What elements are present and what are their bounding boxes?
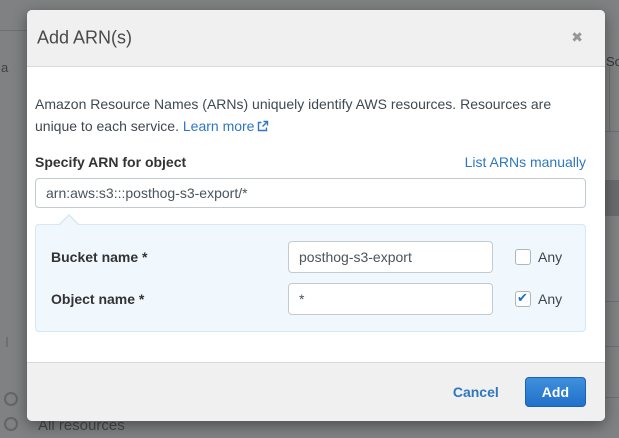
bucket-any-checkbox[interactable]: [515, 249, 531, 265]
backdrop-radio-button: [4, 392, 18, 406]
bucket-any-group[interactable]: Any: [515, 249, 562, 265]
external-link-icon: [257, 116, 269, 138]
modal-footer: Cancel Add: [27, 362, 605, 421]
arn-input[interactable]: [35, 178, 586, 208]
learn-more-link[interactable]: Learn more: [183, 118, 270, 134]
backdrop-row-divider: [605, 346, 619, 347]
object-any-checkbox[interactable]: [515, 291, 531, 307]
backdrop-row-divider: [605, 397, 619, 398]
arn-description: Amazon Resource Names (ARNs) uniquely id…: [35, 93, 580, 138]
list-arns-manually-link[interactable]: List ARNs manually: [465, 154, 586, 170]
bucket-name-row: Bucket name * Any: [51, 241, 570, 273]
backdrop-partial-text-left: a: [1, 60, 8, 75]
learn-more-label: Learn more: [183, 118, 255, 134]
modal-title: Add ARN(s): [37, 28, 132, 49]
arn-description-text: Amazon Resource Names (ARNs) uniquely id…: [35, 96, 551, 134]
backdrop-row-divider: [605, 131, 619, 132]
backdrop-row-divider: [605, 301, 619, 302]
bucket-any-label: Any: [538, 249, 562, 265]
arn-builder-panel: Bucket name * Any Object name * Any: [35, 224, 586, 332]
object-any-group[interactable]: Any: [515, 291, 562, 307]
add-arn-modal: Add ARN(s) ✖ Amazon Resource Names (ARNs…: [27, 10, 605, 421]
add-button[interactable]: Add: [525, 377, 586, 407]
backdrop-partial-text-right: So: [606, 54, 619, 69]
backdrop-mark: [6, 337, 8, 347]
object-name-label: Object name *: [51, 291, 288, 307]
modal-body: Amazon Resource Names (ARNs) uniquely id…: [27, 93, 605, 332]
backdrop-selected-row: [605, 180, 619, 216]
bucket-name-input[interactable]: [288, 241, 493, 273]
object-any-label: Any: [538, 291, 562, 307]
object-name-input[interactable]: [288, 283, 493, 315]
arn-builder-callout: Bucket name * Any Object name * Any: [35, 224, 586, 332]
backdrop-radio-button: [4, 417, 18, 431]
backdrop-divider: [0, 30, 27, 31]
object-name-row: Object name * Any: [51, 283, 570, 315]
backdrop-table-border: [609, 67, 610, 131]
specify-arn-row: Specify ARN for object List ARNs manuall…: [35, 154, 586, 170]
specify-arn-label: Specify ARN for object: [35, 154, 186, 170]
callout-arrow: [59, 216, 79, 226]
bucket-name-label: Bucket name *: [51, 249, 288, 265]
close-icon[interactable]: ✖: [571, 30, 583, 44]
modal-header: Add ARN(s) ✖: [27, 10, 605, 67]
cancel-button[interactable]: Cancel: [453, 384, 499, 400]
